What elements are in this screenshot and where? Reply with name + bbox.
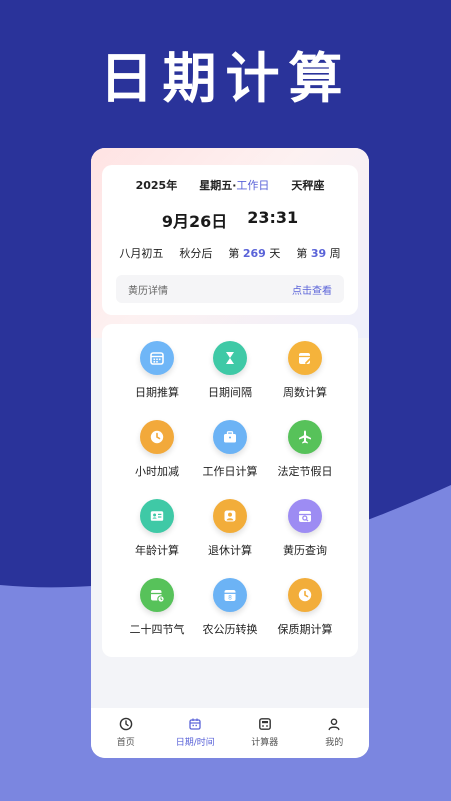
- date-time-row: 9月26日 23:31: [102, 208, 358, 232]
- briefcase-icon: [213, 420, 247, 454]
- calendar-search-icon: [288, 499, 322, 533]
- lunar-date: 八月初五: [119, 247, 164, 260]
- tool-briefcase-button[interactable]: 工作日计算: [192, 420, 268, 486]
- bottom-nav: 首页 日期/时间 计算器 我的: [91, 708, 369, 758]
- date-info-card: 2025年 星期五·工作日 天秤座 9月26日 23:31 八月初五 秋分后 第…: [102, 165, 358, 315]
- calendar-edit-icon: [288, 341, 322, 375]
- tool-calendar-clock-button[interactable]: 二十四节气: [119, 578, 195, 644]
- nav-calculator[interactable]: 计算器: [230, 708, 300, 758]
- calendar-grid-icon: [140, 341, 174, 375]
- week-of-year: 第 39 周: [296, 247, 341, 260]
- tool-hourglass-button[interactable]: 日期间隔: [192, 341, 268, 407]
- tool-person-button[interactable]: 退休计算: [192, 499, 268, 565]
- year-text: 2025年: [135, 179, 178, 192]
- tool-label: 小时加减: [135, 465, 179, 478]
- nav-label: 首页: [116, 738, 135, 748]
- calendar-icon: [187, 716, 203, 732]
- nav-home[interactable]: 首页: [91, 708, 161, 758]
- tool-label: 周数计算: [283, 386, 327, 399]
- zodiac-text: 天秤座: [291, 179, 325, 192]
- calendar-8-icon: 8: [213, 578, 247, 612]
- person-icon: [213, 499, 247, 533]
- day-of-year: 第 269 天: [228, 247, 281, 260]
- tool-id-card-button[interactable]: 年龄计算: [119, 499, 195, 565]
- current-date: 9月26日: [161, 212, 228, 231]
- clock-icon: [140, 420, 174, 454]
- current-time: 23:31: [247, 208, 299, 227]
- tool-calendar-search-button[interactable]: 黄历查询: [267, 499, 343, 565]
- lunar-row: 八月初五 秋分后 第 269 天 第 39 周: [102, 245, 358, 261]
- nav-label: 计算器: [251, 738, 279, 748]
- tools-grid: 日期推算 日期间隔 周数计算小时加减 工作日计算 法定节假日年龄计算 退休计算 黄历查询二十…: [102, 324, 358, 657]
- tool-calendar-grid-button[interactable]: 日期推算: [119, 341, 195, 407]
- tool-clock-button[interactable]: 保质期计算: [267, 578, 343, 644]
- nav-date-time[interactable]: 日期/时间: [161, 708, 231, 758]
- solar-term: 秋分后: [179, 247, 213, 260]
- id-card-icon: [140, 499, 174, 533]
- tool-label: 二十四节气: [129, 623, 185, 636]
- weekday-text: 星期五·工作日: [199, 179, 270, 192]
- almanac-view-link[interactable]: 点击查看: [292, 282, 332, 297]
- user-icon: [326, 716, 342, 732]
- tool-label: 保质期计算: [277, 623, 333, 636]
- tool-label: 工作日计算: [202, 465, 258, 478]
- tool-airplane-button[interactable]: 法定节假日: [267, 420, 343, 486]
- almanac-label: 黄历详情: [128, 285, 168, 297]
- tool-label: 退休计算: [208, 544, 252, 557]
- workday-badge: 工作日: [236, 179, 270, 192]
- calendar-clock-icon: [140, 578, 174, 612]
- tool-calendar-8-button[interactable]: 8 农公历转换: [192, 578, 268, 644]
- nav-label: 日期/时间: [175, 738, 215, 748]
- airplane-icon: [288, 420, 322, 454]
- hero-title: 日期计算: [99, 47, 352, 110]
- date-meta-row: 2025年 星期五·工作日 天秤座: [102, 177, 358, 193]
- tool-clock-button[interactable]: 小时加减: [119, 420, 195, 486]
- tool-calendar-edit-button[interactable]: 周数计算: [267, 341, 343, 407]
- hourglass-icon: [213, 341, 247, 375]
- clock-icon: [118, 716, 134, 732]
- calculator-icon: [257, 716, 273, 732]
- tool-label: 法定节假日: [277, 465, 333, 478]
- nav-label: 我的: [325, 738, 344, 748]
- tool-label: 农公历转换: [202, 623, 258, 636]
- tool-label: 年龄计算: [135, 544, 179, 557]
- tool-label: 日期推算: [135, 386, 179, 399]
- tool-label: 黄历查询: [283, 544, 327, 557]
- phone-screen: 2025年 星期五·工作日 天秤座 9月26日 23:31 八月初五 秋分后 第…: [91, 148, 369, 758]
- nav-mine[interactable]: 我的: [300, 708, 370, 758]
- clock-icon: [288, 578, 322, 612]
- tool-label: 日期间隔: [208, 386, 252, 399]
- almanac-detail-row[interactable]: 黄历详情 点击查看: [116, 275, 344, 303]
- svg-text:8: 8: [228, 595, 232, 602]
